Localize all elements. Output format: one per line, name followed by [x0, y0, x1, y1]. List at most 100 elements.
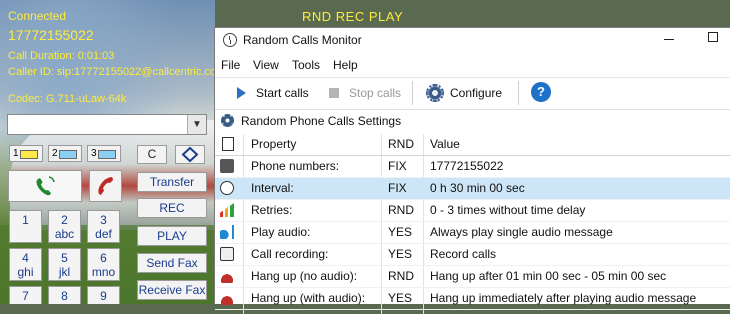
call-button[interactable] — [8, 170, 82, 202]
destination-combo[interactable]: ▼ — [7, 114, 207, 135]
key-1[interactable]: 1 — [9, 210, 42, 243]
column-value[interactable]: Value — [430, 137, 460, 151]
menu-tools[interactable]: Tools — [292, 58, 320, 72]
key-letters: def — [95, 227, 112, 241]
clock-icon — [223, 33, 237, 47]
line-led-icon — [59, 150, 77, 159]
table-row[interactable]: Hang up (no audio): RND Hang up after 01… — [215, 266, 730, 288]
configure-button[interactable]: Configure — [426, 83, 502, 103]
value-cell: 17772155022 — [430, 159, 504, 173]
key-letters: ghi — [17, 265, 34, 279]
recorder-icon — [220, 247, 234, 261]
clear-button[interactable]: C — [137, 145, 167, 164]
audio-icon — [220, 225, 234, 239]
crosshair-icon — [181, 146, 199, 163]
key-digit: 2 — [61, 213, 68, 227]
maximize-icon[interactable] — [708, 32, 718, 42]
key-6[interactable]: 6 mno — [87, 248, 120, 281]
table-row[interactable]: Retries: RND 0 - 3 times without time de… — [215, 200, 730, 222]
key-digit: 6 — [100, 251, 107, 265]
key-8[interactable]: 8 — [48, 286, 81, 304]
settings-header: Random Phone Calls Settings — [215, 109, 730, 132]
receive-fax-button[interactable]: Receive Fax — [137, 280, 207, 300]
property-cell: Play audio: — [251, 225, 311, 239]
key-3[interactable]: 3 def — [87, 210, 120, 243]
table-row[interactable]: Play audio: YES Always play single audio… — [215, 222, 730, 244]
value-cell: Hang up immediately after playing audio … — [430, 291, 697, 305]
table-row[interactable]: Call recording: YES Record calls — [215, 244, 730, 266]
caller-id: Caller ID: sip:17772155022@callcentric.c… — [8, 66, 215, 78]
key-digit: 9 — [100, 289, 107, 303]
property-cell: Hang up (with audio): — [251, 291, 366, 305]
line-1-button[interactable]: 1 — [9, 145, 43, 162]
toolbar-separator — [518, 81, 519, 105]
stop-calls-button[interactable]: Stop calls — [329, 83, 401, 103]
window-title: Random Calls Monitor — [243, 33, 362, 47]
menu-file[interactable]: File — [221, 58, 240, 72]
hangup-icon — [98, 177, 113, 195]
line-2-button[interactable]: 2 — [48, 145, 82, 162]
minimize-icon[interactable] — [664, 39, 674, 40]
key-9[interactable]: 9 — [87, 286, 120, 304]
random-calls-monitor-window: Random Calls Monitor File View Tools Hel… — [214, 27, 730, 314]
rnd-cell: YES — [388, 225, 413, 239]
menu-view[interactable]: View — [253, 58, 279, 72]
column-rnd[interactable]: RND — [388, 137, 414, 151]
key-letters: abc — [54, 227, 75, 241]
line-led-icon — [98, 150, 116, 159]
key-digit: 4 — [22, 251, 29, 265]
document-icon — [222, 137, 234, 151]
value-cell: Always play single audio message — [430, 225, 613, 239]
key-7[interactable]: 7 — [9, 286, 42, 304]
rnd-cell: RND — [388, 203, 414, 217]
rnd-cell: YES — [388, 291, 413, 305]
table-row[interactable]: Hang up (with audio): YES Hang up immedi… — [215, 288, 730, 310]
rnd-cell: YES — [388, 247, 413, 261]
line-3-button[interactable]: 3 — [87, 145, 121, 162]
start-calls-button[interactable]: Start calls — [237, 83, 309, 103]
send-fax-button[interactable]: Send Fax — [137, 253, 207, 273]
hangup-button[interactable] — [89, 170, 122, 202]
key-2[interactable]: 2 abc — [48, 210, 81, 243]
call-duration: Call Duration: 0:01:03 — [8, 50, 115, 62]
start-calls-label: Start calls — [256, 86, 309, 100]
play-button[interactable]: PLAY — [137, 226, 207, 246]
value-cell: 0 - 3 times without time delay — [430, 203, 586, 217]
chevron-down-icon[interactable]: ▼ — [187, 115, 206, 134]
rec-button[interactable]: REC — [137, 198, 207, 218]
rnd-cell: FIX — [388, 181, 407, 195]
key-4[interactable]: 4 ghi — [9, 248, 42, 281]
configure-label: Configure — [450, 86, 503, 100]
stop-calls-label: Stop calls — [349, 86, 402, 100]
property-cell: Retries: — [251, 203, 293, 217]
title-bar[interactable]: Random Calls Monitor — [215, 28, 730, 52]
table-row-selected[interactable]: Interval: FIX 0 h 30 min 00 sec — [215, 178, 730, 200]
navigate-button[interactable] — [175, 145, 205, 164]
hangup-icon — [220, 291, 234, 305]
play-icon — [237, 87, 246, 99]
toolbar: Start calls Stop calls Configure ? — [215, 77, 730, 108]
property-cell: Hang up (no audio): — [251, 269, 358, 283]
key-digit: 7 — [22, 289, 29, 303]
help-button[interactable]: ? — [531, 82, 551, 102]
menu-help[interactable]: Help — [333, 58, 358, 72]
settings-grid: Property RND Value Phone numbers: FIX 17… — [215, 134, 730, 310]
dialed-number: 17772155022 — [8, 27, 94, 43]
phone-call-icon — [36, 176, 55, 196]
transfer-button[interactable]: Transfer — [137, 172, 207, 192]
property-cell: Call recording: — [251, 247, 329, 261]
property-cell: Phone numbers: — [251, 159, 340, 173]
codec-info: Codec: G.711-uLaw-64k — [8, 93, 127, 105]
rnd-cell: FIX — [388, 159, 407, 173]
table-row[interactable]: Phone numbers: FIX 17772155022 — [215, 156, 730, 178]
toolbar-separator — [412, 81, 413, 105]
rnd-cell: RND — [388, 269, 414, 283]
key-digit: 3 — [100, 213, 107, 227]
settings-title: Random Phone Calls Settings — [241, 114, 402, 128]
line-2-label: 2 — [52, 148, 58, 159]
hangup-icon — [220, 269, 234, 283]
connection-status: Connected — [8, 9, 67, 23]
column-property[interactable]: Property — [251, 137, 296, 151]
bars-icon — [220, 203, 234, 217]
key-5[interactable]: 5 jkl — [48, 248, 81, 281]
